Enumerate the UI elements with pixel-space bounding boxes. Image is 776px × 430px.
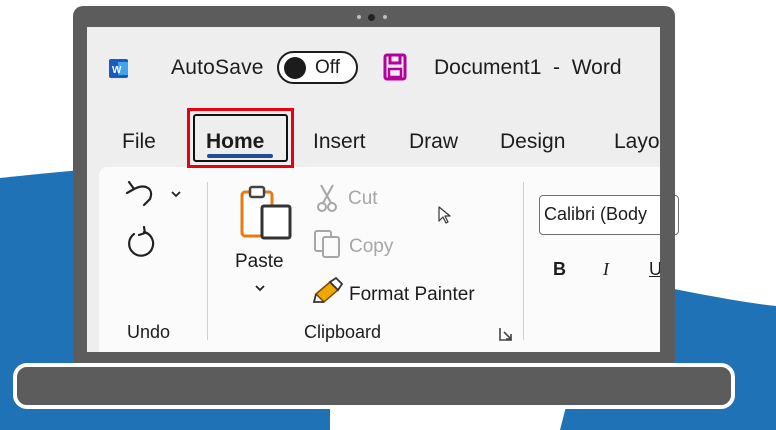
home-tab-underline (207, 154, 273, 158)
document-title: Document1 - Word (434, 56, 622, 79)
word-app-icon[interactable]: W (109, 59, 128, 78)
redo-icon[interactable] (124, 226, 158, 260)
bold-button[interactable]: B (553, 259, 566, 280)
paste-label[interactable]: Paste (235, 251, 284, 273)
autosave-label: AutoSave (171, 56, 264, 79)
tab-layout[interactable]: Layo (614, 130, 660, 154)
copy-label[interactable]: Copy (349, 236, 393, 258)
undo-dropdown-chevron-icon[interactable] (170, 190, 182, 200)
paste-dropdown-chevron-icon[interactable] (254, 284, 266, 294)
tab-design[interactable]: Design (500, 130, 565, 154)
screen-bezel-right (660, 27, 675, 352)
laptop-base (13, 363, 735, 409)
italic-button[interactable]: I (603, 259, 609, 280)
format-painter-label[interactable]: Format Painter (349, 284, 475, 306)
toggle-knob (284, 57, 306, 79)
group-separator (523, 182, 524, 340)
save-icon[interactable] (383, 53, 407, 81)
copy-icon[interactable] (313, 229, 343, 259)
paste-icon[interactable] (238, 184, 294, 242)
clipboard-group-label: Clipboard (304, 322, 382, 342)
tab-insert[interactable]: Insert (313, 130, 366, 154)
group-separator (207, 182, 208, 340)
dialog-launcher-icon[interactable] (498, 326, 514, 342)
tab-draw[interactable]: Draw (409, 130, 458, 154)
svg-text:W: W (112, 65, 122, 76)
autosave-state: Off (315, 57, 340, 78)
undo-icon[interactable] (124, 179, 158, 209)
camera-dot-left (357, 15, 361, 19)
cut-label[interactable]: Cut (348, 188, 378, 210)
autosave-toggle[interactable]: Off (277, 51, 358, 84)
cut-icon[interactable] (316, 183, 338, 213)
tab-home[interactable]: Home (206, 130, 264, 154)
title-bar: W AutoSave Off Document1 - Word (87, 27, 660, 107)
font-name-value: Calibri (Body (544, 204, 648, 224)
tab-file[interactable]: File (122, 130, 156, 154)
mouse-cursor-icon (438, 206, 451, 224)
undo-group-label: Undo (127, 322, 171, 342)
camera-icon (368, 13, 375, 21)
font-name-box[interactable]: Calibri (Body (539, 195, 679, 235)
camera-dot-right (383, 15, 387, 19)
format-painter-icon[interactable] (312, 276, 344, 306)
